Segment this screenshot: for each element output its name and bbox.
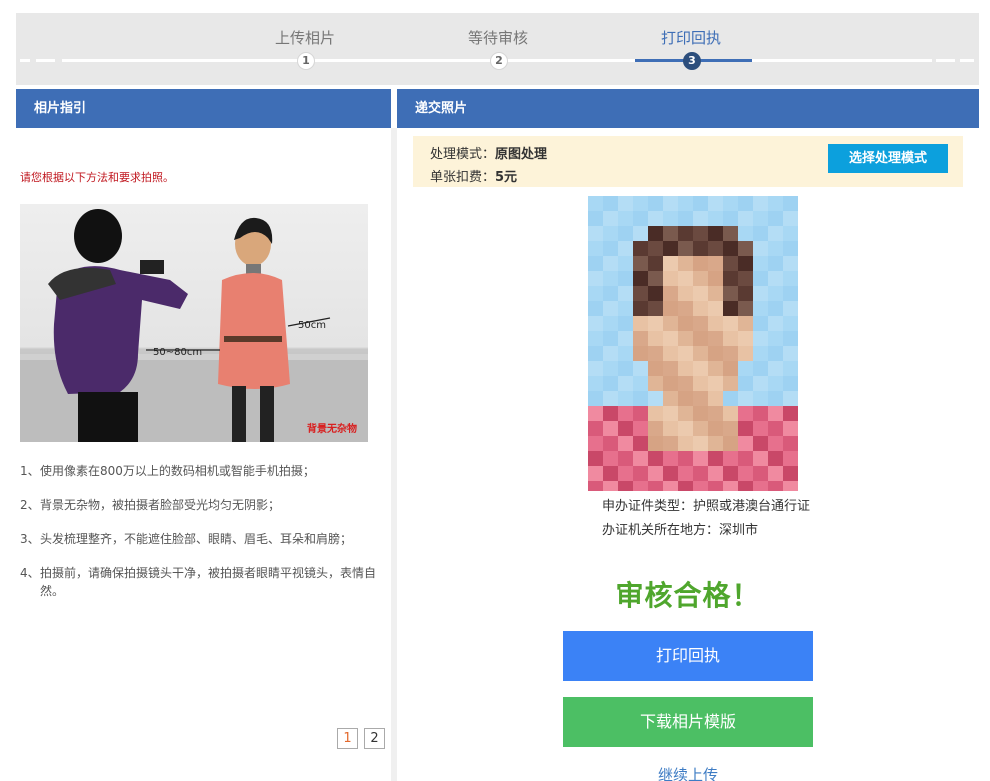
fee-value: 5元	[495, 170, 518, 185]
page-button-1[interactable]: 1	[337, 728, 358, 749]
guide-photo: 50~80cm 50cm 背景无杂物	[20, 204, 368, 442]
submit-photo-header: 递交照片	[397, 89, 979, 128]
guideline-text: 头发梳理整齐，不能遮住脸部、眼睛、眉毛、耳朵和肩膀；	[40, 532, 353, 546]
guideline-number: 3、	[20, 532, 40, 546]
guideline-number: 4、	[20, 566, 40, 580]
step-number-1: 1	[297, 52, 315, 70]
guideline-text: 背景无杂物，被拍摄者脸部受光均匀无阴影；	[40, 498, 281, 512]
guide-background-label: 背景无杂物	[307, 422, 357, 435]
fee-line: 单张扣费：5元	[430, 166, 517, 185]
photo-guide-header: 相片指引	[16, 89, 391, 128]
processing-mode-line: 处理模式：原图处理	[430, 143, 547, 162]
guideline-item: 4、 拍摄前，请确保拍摄镜头干净，被拍摄者眼睛平视镜头，表情自然。	[20, 564, 380, 600]
guideline-item: 1、 使用像素在800万以上的数码相机或智能手机拍摄；	[20, 462, 380, 480]
guideline-list: 1、 使用像素在800万以上的数码相机或智能手机拍摄； 2、 背景无杂物，被拍摄者脸…	[20, 462, 380, 616]
continue-upload-link[interactable]: 继续上传	[563, 764, 813, 781]
guideline-text: 使用像素在800万以上的数码相机或智能手机拍摄；	[40, 464, 315, 478]
guide-distance-label: 50~80cm	[153, 347, 202, 358]
step-label-review: 等待审核	[467, 29, 528, 47]
step-number-3: 3	[683, 52, 701, 70]
issuing-location: 办证机关所在地方：深圳市	[602, 523, 759, 538]
guideline-number: 1、	[20, 464, 40, 478]
fee-label: 单张扣费：	[430, 170, 496, 185]
step-number-2: 2	[490, 52, 508, 70]
guideline-number: 2、	[20, 498, 40, 512]
guideline-item: 3、 头发梳理整齐，不能遮住脸部、眼睛、眉毛、耳朵和肩膀；	[20, 530, 380, 548]
download-template-button[interactable]: 下载相片模版	[563, 697, 813, 747]
document-type: 申办证件类型：护照或港澳台通行证	[602, 499, 811, 514]
id-photo-preview	[588, 196, 798, 491]
processing-mode-value: 原图处理	[495, 147, 548, 162]
review-result: 审核合格！	[615, 579, 761, 612]
page-button-2[interactable]: 2	[364, 728, 385, 749]
guideline-text: 拍摄前，请确保拍摄镜头干净，被拍摄者眼睛平视镜头，表情自然。	[40, 566, 377, 598]
step-progress-bar: 上传相片 等待审核 打印回执 1 2 3	[16, 13, 979, 85]
panel-divider	[391, 128, 397, 781]
step-label-upload: 上传相片	[274, 29, 335, 47]
print-receipt-button[interactable]: 打印回执	[563, 631, 813, 681]
guide-margin-label: 50cm	[298, 320, 326, 331]
select-mode-button[interactable]: 选择处理模式	[828, 144, 948, 173]
guide-notice: 请您根据以下方法和要求拍照。	[20, 171, 174, 184]
guideline-item: 2、 背景无杂物，被拍摄者脸部受光均匀无阴影；	[20, 496, 380, 514]
processing-mode-label: 处理模式：	[430, 147, 496, 162]
step-label-print: 打印回执	[660, 29, 721, 47]
processing-mode-box: 处理模式：原图处理 单张扣费：5元 选择处理模式	[413, 136, 963, 187]
